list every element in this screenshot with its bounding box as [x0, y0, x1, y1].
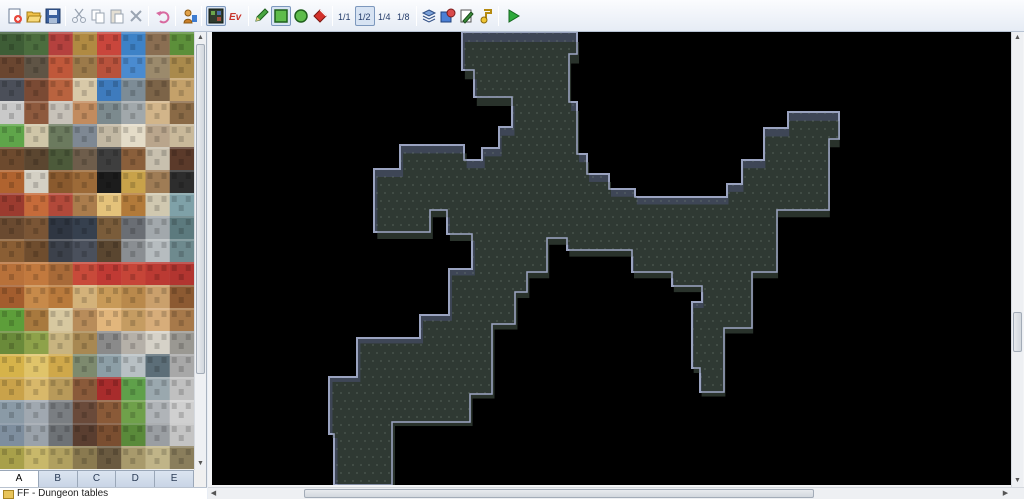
- map-scroll-down-icon[interactable]: ▼: [1012, 475, 1023, 486]
- scroll-up-arrow-icon[interactable]: ▲: [195, 32, 206, 43]
- svg-text:1/1: 1/1: [338, 12, 351, 22]
- tab-b[interactable]: B: [38, 471, 78, 487]
- main-toolbar: Ev 1/1 1/2 1/4 1/8: [0, 0, 1024, 32]
- tileset-scrollbar[interactable]: ▲ ▼: [194, 32, 206, 470]
- resource-manager-icon[interactable]: [420, 7, 438, 25]
- svg-text:1/8: 1/8: [397, 12, 410, 22]
- map-hscroll-thumb[interactable]: [304, 489, 814, 498]
- svg-text:1/4: 1/4: [378, 12, 391, 22]
- map-editor-panel: ▲ ▼ ◀ ▶: [208, 32, 1024, 499]
- undo-icon[interactable]: [154, 7, 172, 25]
- map-mode-icon[interactable]: [206, 6, 226, 26]
- scroll-thumb[interactable]: [196, 44, 205, 374]
- fill-icon[interactable]: [311, 7, 329, 25]
- tileset-palette: ▲ ▼ A B C D E: [0, 32, 207, 487]
- map-scroll-up-icon[interactable]: ▲: [1012, 32, 1023, 43]
- map-tree: FF - Dungeon tables: [0, 487, 207, 499]
- map-canvas[interactable]: [212, 32, 1011, 485]
- tab-c[interactable]: C: [77, 471, 117, 487]
- tileset-grid[interactable]: [0, 32, 194, 470]
- copy-icon[interactable]: [89, 7, 107, 25]
- tab-d[interactable]: D: [116, 471, 156, 487]
- music-note-icon[interactable]: [477, 7, 495, 25]
- zoom-1-8-icon[interactable]: 1/8: [395, 7, 413, 25]
- rpg-maker-window: Ev 1/1 1/2 1/4 1/8 ▲ ▼ A B C D E ▲ ▼ ◀ ▶…: [0, 0, 1024, 499]
- pencil-icon[interactable]: [252, 7, 270, 25]
- new-project-icon[interactable]: [6, 7, 24, 25]
- database-icon[interactable]: [181, 7, 199, 25]
- tab-e[interactable]: E: [155, 471, 194, 487]
- sound-test-icon[interactable]: [458, 7, 476, 25]
- save-project-icon[interactable]: [44, 7, 62, 25]
- map-vscroll-thumb[interactable]: [1013, 312, 1022, 352]
- svg-text:1/2: 1/2: [358, 12, 371, 22]
- tab-a[interactable]: A: [0, 471, 39, 487]
- tileset-tabs: A B C D E: [0, 470, 194, 487]
- folder-icon: [3, 490, 14, 499]
- rectangle-icon[interactable]: [271, 6, 291, 26]
- delete-icon[interactable]: [127, 7, 145, 25]
- playtest-icon[interactable]: [504, 7, 522, 25]
- event-mode-icon[interactable]: Ev: [227, 7, 245, 25]
- ellipse-icon[interactable]: [292, 7, 310, 25]
- svg-text:Ev: Ev: [229, 12, 243, 23]
- zoom-1-2-icon[interactable]: 1/2: [355, 6, 375, 26]
- zoom-1-1-icon[interactable]: 1/1: [336, 7, 354, 25]
- map-tree-root[interactable]: FF - Dungeon tables: [17, 488, 108, 499]
- scroll-down-arrow-icon[interactable]: ▼: [195, 458, 206, 469]
- paste-icon[interactable]: [108, 7, 126, 25]
- map-scroll-right-icon[interactable]: ▶: [1000, 488, 1011, 499]
- map-scroll-left-icon[interactable]: ◀: [208, 488, 219, 499]
- zoom-1-4-icon[interactable]: 1/4: [376, 7, 394, 25]
- map-vertical-scrollbar[interactable]: ▲ ▼: [1011, 32, 1023, 487]
- open-project-icon[interactable]: [25, 7, 43, 25]
- map-horizontal-scrollbar[interactable]: ◀ ▶: [208, 487, 1024, 499]
- script-editor-icon[interactable]: [439, 7, 457, 25]
- cut-icon[interactable]: [70, 7, 88, 25]
